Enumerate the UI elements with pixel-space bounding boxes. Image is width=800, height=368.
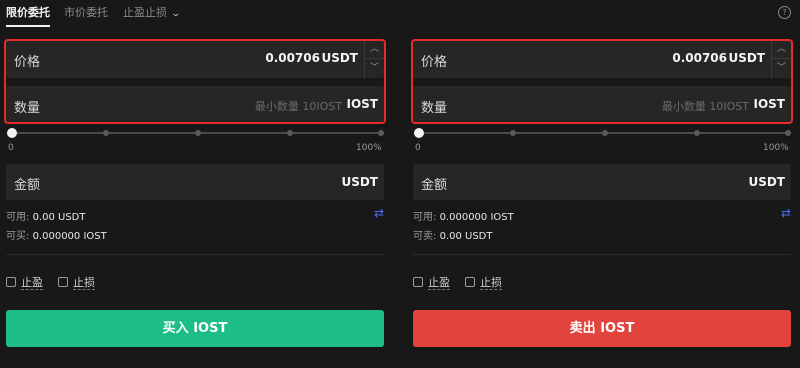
can-buy-value: 0.000000 IOST (32, 231, 107, 242)
sell-qty-label: 数量 (421, 101, 448, 116)
slider-node-75[interactable] (694, 130, 700, 136)
checkbox-icon (465, 277, 475, 287)
stop-loss-checkbox[interactable]: 止损 (465, 274, 502, 290)
chevron-up-icon[interactable]: ︿ (365, 40, 384, 59)
sell-available: 可用: 0.000000 IOST (413, 208, 514, 223)
slider-node-25[interactable] (510, 130, 516, 136)
available-label: 可用: (413, 212, 437, 223)
slider-max-label: 100% (763, 143, 789, 153)
chevron-down-icon[interactable]: ﹀ (365, 59, 384, 78)
sell-amount-label: 金额 (421, 178, 448, 193)
sell-price-unit: USDT (728, 51, 765, 65)
available-value: 0.000000 IOST (439, 212, 514, 223)
sell-button[interactable]: 卖出 IOST (413, 310, 791, 347)
sell-price-input[interactable]: 价格 0.00706 USDT ︿ ﹀ (413, 40, 791, 78)
sell-price-stepper: ︿ ﹀ (771, 40, 791, 78)
slider-min-label: 0 (415, 143, 421, 153)
slider-node-25[interactable] (103, 130, 109, 136)
can-sell-label: 可卖: (413, 231, 437, 242)
stop-loss-label: 止损 (73, 276, 95, 290)
take-profit-checkbox[interactable]: 止盈 (6, 274, 43, 290)
checkbox-icon (6, 277, 16, 287)
sell-qty-unit: IOST (753, 97, 786, 111)
sell-qty-placeholder: 最小数量 10IOST (661, 100, 749, 113)
buy-amount-input[interactable]: 金额 USDT (6, 164, 384, 200)
chevron-down-icon[interactable]: ﹀ (772, 59, 791, 78)
sell-price-label: 价格 (421, 55, 448, 70)
slider-max-label: 100% (356, 143, 382, 153)
sell-can-sell: 可卖: 0.00 USDT (413, 227, 492, 242)
buy-qty-unit: IOST (346, 97, 379, 111)
slider-min-label: 0 (8, 143, 14, 153)
take-profit-checkbox[interactable]: 止盈 (413, 274, 450, 290)
buy-qty-placeholder: 最小数量 10IOST (254, 100, 342, 113)
stop-loss-checkbox[interactable]: 止损 (58, 274, 95, 290)
buy-percent-slider[interactable] (7, 128, 384, 138)
buy-panel: 价格 0.00706 USDT ︿ ﹀ 数量 最小数量 10IOST IOST … (4, 0, 386, 368)
available-label: 可用: (6, 212, 30, 223)
checkbox-icon (58, 277, 68, 287)
swap-icon[interactable]: ⇄ (374, 206, 384, 220)
buy-available: 可用: 0.00 USDT (6, 208, 85, 223)
stop-loss-label: 止损 (480, 276, 502, 290)
slider-handle[interactable] (7, 128, 17, 138)
sell-amount-unit: USDT (748, 175, 785, 189)
can-buy-label: 可买: (6, 231, 30, 242)
take-profit-label: 止盈 (21, 276, 43, 290)
buy-quantity-input[interactable]: 数量 最小数量 10IOST IOST (6, 86, 384, 122)
sell-percent-slider[interactable] (414, 128, 791, 138)
available-value: 0.00 USDT (32, 212, 86, 223)
buy-price-stepper: ︿ ﹀ (364, 40, 384, 78)
buy-can-buy: 可买: 0.000000 IOST (6, 227, 107, 242)
divider (413, 254, 791, 255)
slider-node-100[interactable] (378, 130, 384, 136)
sell-quantity-input[interactable]: 数量 最小数量 10IOST IOST (413, 86, 791, 122)
sell-amount-input[interactable]: 金额 USDT (413, 164, 791, 200)
sell-price-value: 0.00706 (672, 51, 727, 65)
slider-node-75[interactable] (287, 130, 293, 136)
slider-handle[interactable] (414, 128, 424, 138)
swap-icon[interactable]: ⇄ (781, 206, 791, 220)
buy-price-input[interactable]: 价格 0.00706 USDT ︿ ﹀ (6, 40, 384, 78)
buy-button[interactable]: 买入 IOST (6, 310, 384, 347)
can-sell-value: 0.00 USDT (439, 231, 493, 242)
slider-node-50[interactable] (195, 130, 201, 136)
checkbox-icon (413, 277, 423, 287)
sell-panel: 价格 0.00706 USDT ︿ ﹀ 数量 最小数量 10IOST IOST … (411, 0, 793, 368)
divider (6, 254, 384, 255)
buy-price-unit: USDT (321, 51, 358, 65)
slider-node-50[interactable] (602, 130, 608, 136)
buy-price-value: 0.00706 (265, 51, 320, 65)
buy-qty-label: 数量 (14, 101, 41, 116)
buy-amount-label: 金额 (14, 178, 41, 193)
buy-price-label: 价格 (14, 55, 41, 70)
slider-node-100[interactable] (785, 130, 791, 136)
chevron-up-icon[interactable]: ︿ (772, 40, 791, 59)
take-profit-label: 止盈 (428, 276, 450, 290)
buy-amount-unit: USDT (341, 175, 378, 189)
